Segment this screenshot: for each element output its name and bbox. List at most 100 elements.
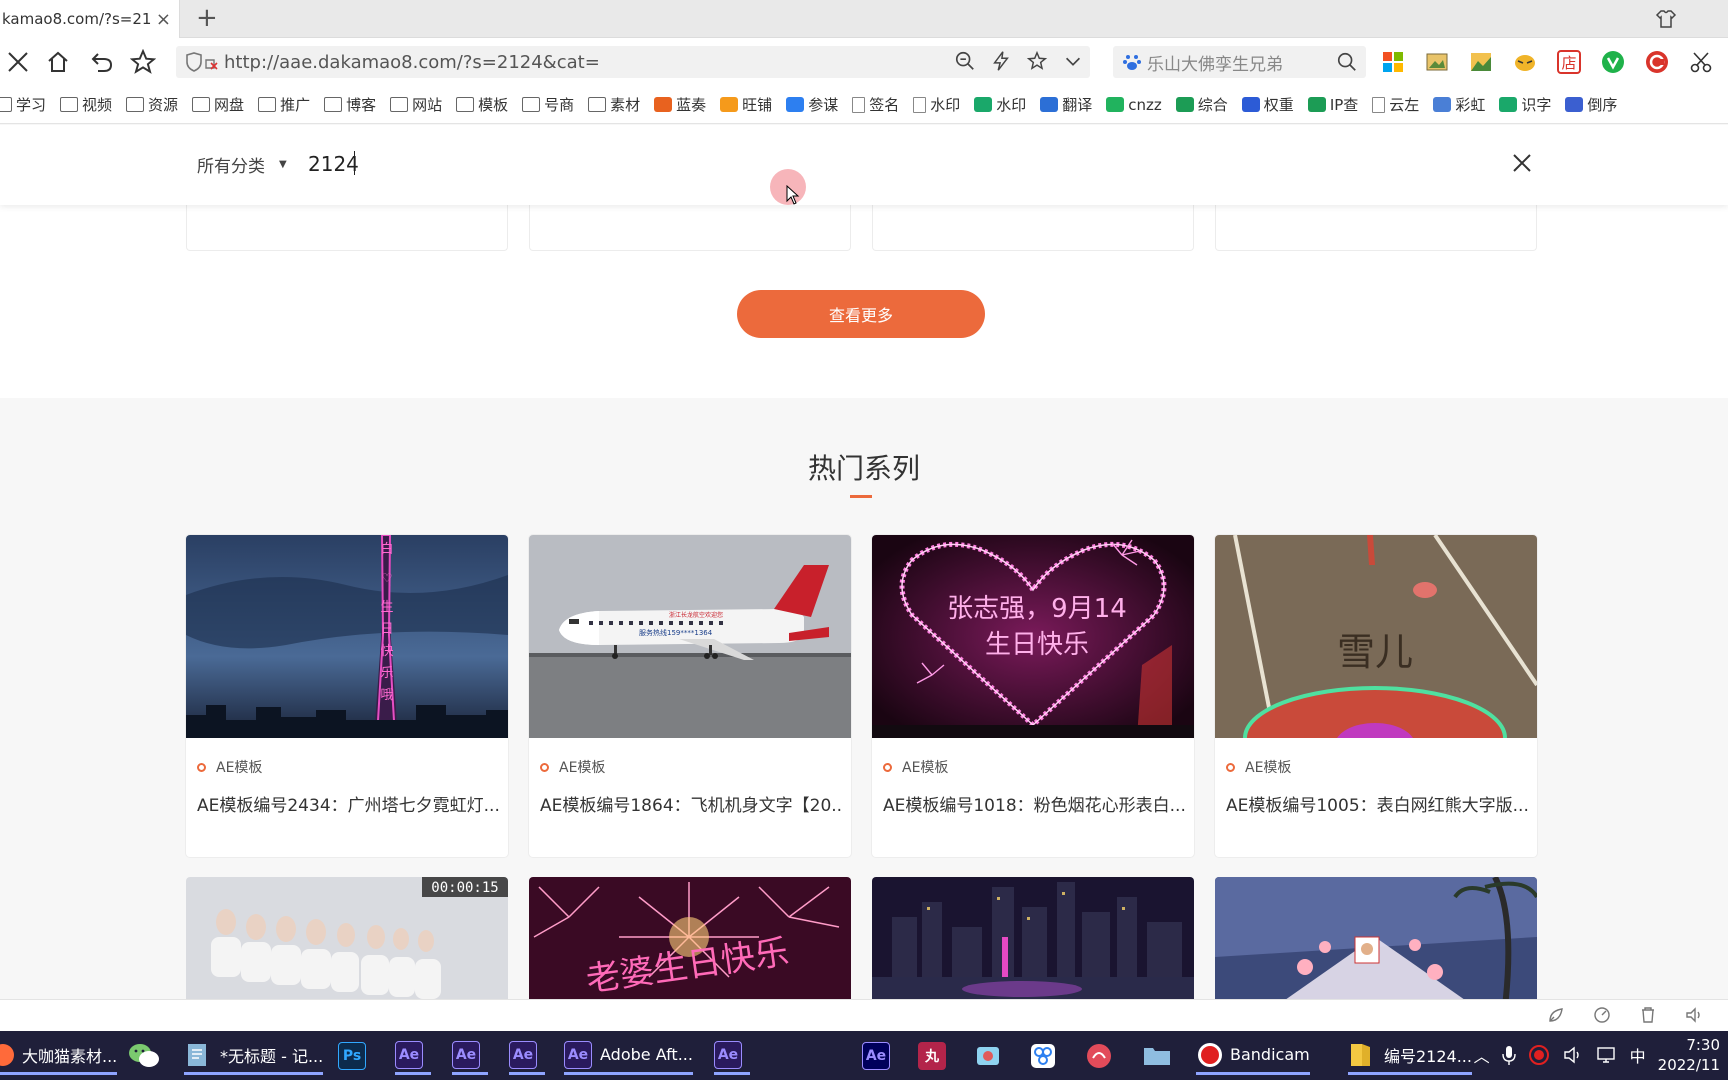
- taskbar-item-after-effects[interactable]: Ae: [862, 1037, 898, 1075]
- template-card[interactable]: 张志强，9月14 生日快乐 AE模板 AE模板编号1018：粉色烟花心形表白..…: [872, 535, 1194, 857]
- chevron-up-icon[interactable]: ︿: [1474, 1043, 1490, 1067]
- previous-result-card[interactable]: [872, 201, 1194, 251]
- clock[interactable]: 7:30 2022/11: [1658, 1035, 1720, 1075]
- search-icon[interactable]: [1336, 51, 1358, 73]
- bookmark-folder[interactable]: 博客: [324, 94, 376, 115]
- taskbar-item-app[interactable]: [1029, 1037, 1057, 1075]
- card-title[interactable]: AE模板编号1005：表白网红熊大字版...: [1226, 791, 1528, 816]
- bookmark-zonghe[interactable]: 综合: [1175, 94, 1228, 115]
- trash-icon[interactable]: [1638, 1005, 1658, 1025]
- close-search-icon[interactable]: [1510, 151, 1534, 175]
- bookmark-quanzhong[interactable]: 权重: [1241, 94, 1294, 115]
- taskbar-item-bandicam[interactable]: Bandicam: [1196, 1037, 1310, 1075]
- taskbar-item-after-effects[interactable]: Ae: [714, 1037, 750, 1075]
- template-card[interactable]: [1215, 877, 1537, 999]
- taskbar-item-photoshop[interactable]: Ps: [338, 1037, 374, 1075]
- rocket-icon[interactable]: [1546, 1005, 1566, 1025]
- card-thumbnail[interactable]: 浙江长龙航空欢迎您 服务热线159****1364: [529, 535, 851, 738]
- template-card[interactable]: 老婆生日快乐: [529, 877, 851, 999]
- chevron-down-icon[interactable]: [1062, 50, 1084, 72]
- bookmark-folder[interactable]: 号商: [522, 94, 574, 115]
- address-bar[interactable]: http://aae.dakamao8.com/?s=2124&cat=: [176, 46, 1090, 78]
- bookmark-wangpu[interactable]: 旺铺: [720, 94, 772, 115]
- taskbar-item-after-effects-window[interactable]: Ae Adobe Aft...: [564, 1037, 693, 1075]
- bookmark-shizi[interactable]: 识字: [1499, 94, 1551, 115]
- url-text[interactable]: http://aae.dakamao8.com/?s=2124&cat=: [224, 52, 600, 73]
- bookmark-daoxu[interactable]: 倒序: [1565, 94, 1617, 115]
- bookmark-fanyi[interactable]: 翻译: [1040, 94, 1092, 115]
- bookmark-file[interactable]: 签名: [852, 94, 899, 115]
- template-card[interactable]: 白 ♡ 生 日 快 乐 哦 AE模板 AE模板编号2434：广州塔七夕霓虹灯..…: [186, 535, 508, 857]
- bookmark-file[interactable]: 云左: [1372, 94, 1419, 115]
- card-thumbnail[interactable]: 张志强，9月14 生日快乐: [872, 535, 1194, 738]
- favorite-star-icon[interactable]: [127, 46, 159, 78]
- template-card[interactable]: 浙江长龙航空欢迎您 服务热线159****1364 AE模板 AE模板编号186…: [529, 535, 851, 857]
- template-card[interactable]: [872, 877, 1194, 999]
- zoom-icon[interactable]: [954, 50, 976, 72]
- previous-result-card[interactable]: [186, 201, 508, 251]
- taskbar-item-app[interactable]: [1085, 1037, 1113, 1075]
- taskbar-item-after-effects[interactable]: Ae: [452, 1037, 488, 1075]
- speaker-icon[interactable]: [1562, 1044, 1584, 1066]
- security-shield-icon[interactable]: [184, 52, 220, 72]
- tiger-icon[interactable]: [1512, 49, 1538, 75]
- v-check-icon[interactable]: [1600, 49, 1626, 75]
- taskbar-item-after-effects[interactable]: Ae: [395, 1037, 431, 1075]
- template-card[interactable]: 雪儿 AE模板 AE模板编号1005：表白网红熊大字版...: [1215, 535, 1537, 857]
- volume-icon[interactable]: [1684, 1005, 1704, 1025]
- taskbar-item-app[interactable]: 丸: [918, 1037, 954, 1075]
- view-more-button[interactable]: 查看更多: [737, 290, 985, 338]
- bookmark-folder[interactable]: 推广: [258, 94, 310, 115]
- browser-tab[interactable]: kamao8.com/?s=212 ×: [0, 0, 180, 38]
- card-thumbnail[interactable]: 雪儿: [1215, 535, 1537, 738]
- shirt-icon[interactable]: [1655, 8, 1677, 30]
- bookmark-cnzz[interactable]: cnzz: [1106, 96, 1162, 114]
- record-status-icon[interactable]: [1528, 1044, 1550, 1066]
- previous-result-card[interactable]: [529, 201, 851, 251]
- microphone-icon[interactable]: [1501, 1044, 1516, 1066]
- landscape-icon[interactable]: [1468, 49, 1494, 75]
- taskbar-item-after-effects[interactable]: Ae: [509, 1037, 545, 1075]
- close-page-icon[interactable]: [2, 46, 34, 78]
- bookmark-folder[interactable]: 模板: [456, 94, 508, 115]
- bookmark-folder[interactable]: 素材: [588, 94, 640, 115]
- picture-icon[interactable]: [1424, 49, 1450, 75]
- speed-icon[interactable]: [1592, 1005, 1612, 1025]
- bookmark-shuiyin[interactable]: 水印: [974, 94, 1026, 115]
- ime-indicator[interactable]: 中: [1630, 1043, 1646, 1067]
- taskbar-item-notepad[interactable]: *无标题 - 记...: [184, 1037, 324, 1075]
- site-search-input[interactable]: [308, 147, 908, 181]
- copyright-icon[interactable]: [1644, 49, 1670, 75]
- windows-grid-icon[interactable]: [1380, 49, 1406, 75]
- shop-icon[interactable]: 店: [1556, 49, 1582, 75]
- card-title[interactable]: AE模板编号1864：飞机机身文字【20...: [540, 791, 842, 816]
- lightning-icon[interactable]: [990, 50, 1012, 72]
- network-icon[interactable]: [1596, 1044, 1618, 1066]
- undo-icon[interactable]: [86, 46, 118, 78]
- home-icon[interactable]: [42, 46, 74, 78]
- taskbar-item-wechat[interactable]: [128, 1037, 160, 1075]
- taskbar-item-explorer[interactable]: [1142, 1037, 1172, 1075]
- bookmark-folder[interactable]: 网站: [390, 94, 442, 115]
- taskbar-item-app[interactable]: [974, 1037, 1002, 1075]
- bookmark-folder[interactable]: 资源: [126, 94, 178, 115]
- new-tab-button[interactable]: +: [196, 4, 218, 32]
- bookmark-file[interactable]: 水印: [913, 94, 960, 115]
- previous-result-card[interactable]: [1215, 201, 1537, 251]
- bookmark-folder[interactable]: 网盘: [192, 94, 244, 115]
- card-title[interactable]: AE模板编号1018：粉色烟花心形表白...: [883, 791, 1185, 816]
- search-engine-box[interactable]: 乐山大佛孪生兄弟: [1113, 46, 1366, 78]
- taskbar-item-browser[interactable]: 大咖猫素材...: [0, 1037, 118, 1075]
- bookmark-caihong[interactable]: 彩虹: [1433, 94, 1485, 115]
- taskbar-item-folder[interactable]: 编号2124...: [1348, 1037, 1472, 1075]
- search-suggestion[interactable]: 乐山大佛孪生兄弟: [1147, 50, 1283, 75]
- template-card[interactable]: 00:00:15: [186, 877, 508, 999]
- bookmark-folder[interactable]: 视频: [60, 94, 112, 115]
- bookmark-lanzou[interactable]: 蓝奏: [654, 94, 706, 115]
- bookmark-ipcha[interactable]: IP查: [1307, 94, 1358, 115]
- bookmark-canmou[interactable]: 参谋: [786, 94, 838, 115]
- tab-close-icon[interactable]: ×: [156, 9, 171, 30]
- card-title[interactable]: AE模板编号2434：广州塔七夕霓虹灯...: [197, 791, 499, 816]
- bookmark-folder[interactable]: 学习: [0, 94, 46, 115]
- scissors-icon[interactable]: [1688, 49, 1714, 75]
